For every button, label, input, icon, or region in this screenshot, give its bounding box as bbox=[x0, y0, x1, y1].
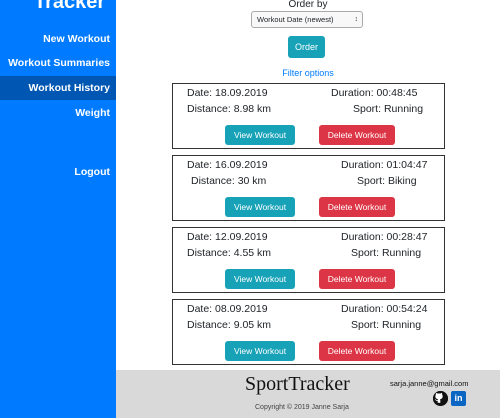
workout-sport: Sport: Running bbox=[351, 247, 422, 259]
workout-duration: Duration: 00:48:45 bbox=[331, 87, 418, 99]
workout-date: Date: 16.09.2019 bbox=[187, 159, 268, 171]
footer-brand: SportTracker bbox=[245, 373, 350, 395]
linkedin-icon[interactable]: in bbox=[451, 391, 466, 406]
workout-date: Date: 18.09.2019 bbox=[187, 87, 268, 99]
workout-card: Date: 12.09.2019 Duration: 00:28:47 Dist… bbox=[172, 227, 445, 293]
footer-copyright: Copyright © 2019 Janne Sarja bbox=[255, 404, 349, 411]
workout-distance: Distance: 8.98 km bbox=[187, 103, 272, 115]
github-icon-glyph bbox=[433, 391, 448, 406]
sidebar-item-logout[interactable]: Logout bbox=[0, 160, 116, 184]
sidebar-item-workout-history[interactable]: Workout History bbox=[0, 76, 116, 100]
view-workout-button[interactable]: View Workout bbox=[225, 125, 295, 145]
view-workout-button[interactable]: View Workout bbox=[225, 269, 295, 289]
main-content: Order by Workout Date (newest) ↕ Order F… bbox=[116, 0, 500, 418]
delete-workout-button[interactable]: Delete Workout bbox=[319, 125, 395, 145]
workout-sport: Sport: Running bbox=[351, 319, 422, 331]
sidebar-item-weight[interactable]: Weight bbox=[0, 101, 116, 125]
workout-card: Date: 08.09.2019 Duration: 00:54:24 Dist… bbox=[172, 299, 445, 365]
workout-card: Date: 18.09.2019 Duration: 00:48:45 Dist… bbox=[172, 83, 445, 149]
workout-sport: Sport: Biking bbox=[357, 175, 417, 187]
sidebar: Tracker New Workout Workout Summaries Wo… bbox=[0, 0, 116, 418]
select-arrows-icon: ↕ bbox=[354, 16, 359, 23]
sidebar-item-new-workout[interactable]: New Workout bbox=[0, 27, 116, 51]
workout-card: Date: 16.09.2019 Duration: 01:04:47 Dist… bbox=[172, 155, 445, 221]
order-button[interactable]: Order bbox=[288, 36, 325, 58]
view-workout-button[interactable]: View Workout bbox=[225, 197, 295, 217]
footer-email[interactable]: sarja.janne@gmail.com bbox=[390, 379, 468, 388]
delete-workout-button[interactable]: Delete Workout bbox=[319, 341, 395, 361]
workout-duration: Duration: 00:54:24 bbox=[341, 303, 428, 315]
workout-date: Date: 12.09.2019 bbox=[187, 231, 268, 243]
sidebar-item-workout-summaries[interactable]: Workout Summaries bbox=[0, 51, 116, 75]
workout-distance: Distance: 4.55 km bbox=[187, 247, 272, 259]
order-by-label: Order by bbox=[288, 0, 328, 10]
footer: SportTracker Copyright © 2019 Janne Sarj… bbox=[116, 370, 500, 418]
workout-date: Date: 08.09.2019 bbox=[187, 303, 268, 315]
app-brand[interactable]: Tracker bbox=[34, 0, 105, 14]
workout-duration: Duration: 01:04:47 bbox=[341, 159, 428, 171]
workout-duration: Duration: 00:28:47 bbox=[341, 231, 428, 243]
workout-distance: Distance: 9.05 km bbox=[187, 319, 272, 331]
delete-workout-button[interactable]: Delete Workout bbox=[319, 197, 395, 217]
order-select[interactable]: Workout Date (newest) ↕ bbox=[251, 11, 363, 28]
github-icon[interactable] bbox=[433, 391, 448, 406]
filter-options-link[interactable]: Filter options bbox=[116, 68, 500, 78]
workout-sport: Sport: Running bbox=[353, 103, 424, 115]
order-select-value: Workout Date (newest) bbox=[257, 15, 334, 24]
delete-workout-button[interactable]: Delete Workout bbox=[319, 269, 395, 289]
workout-distance: Distance: 30 km bbox=[191, 175, 267, 187]
view-workout-button[interactable]: View Workout bbox=[225, 341, 295, 361]
